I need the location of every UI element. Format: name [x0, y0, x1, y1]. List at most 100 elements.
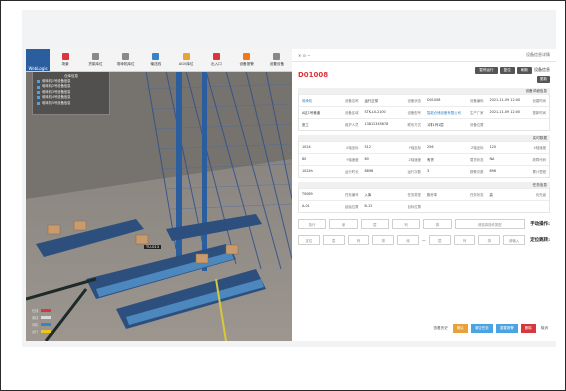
cell-label: 生产厂家	[469, 111, 484, 115]
pause-button[interactable]: 暂停运行	[475, 67, 498, 74]
cell-value: 执行中	[427, 193, 438, 197]
depth-field[interactable]: 深	[397, 235, 419, 245]
depth-field[interactable]: 深	[329, 219, 358, 229]
shelf-icon	[91, 53, 99, 60]
table-row: 1024h 运行时长 8896 运行次数 3 报警次数 896 累计里程	[299, 165, 549, 177]
locate-input[interactable]: 请输入	[503, 235, 525, 245]
delete-button[interactable]: 删除	[520, 324, 536, 333]
table-cell: 256 Z轴坐标	[424, 145, 487, 150]
clear-task-button[interactable]: 清空任务	[470, 324, 493, 333]
realtime-grid: 1024 X轴坐标 512 Y轴坐标 256 Z轴坐标 120 X轴速度 80 Y轴速度 60 Z轴速…	[298, 141, 550, 178]
legend-item: 待机	[32, 321, 72, 328]
legend-swatch	[41, 330, 52, 333]
legend-swatch	[41, 323, 52, 326]
table-cell: 高 优先级	[487, 192, 550, 197]
alarm-icon	[243, 53, 251, 60]
cell-label: Z轴速度	[408, 158, 422, 162]
device-3d-label[interactable]: TU-013	[144, 245, 161, 249]
locate-button[interactable]: 定位	[297, 235, 320, 245]
col-field[interactable]: 列	[347, 235, 370, 245]
table-cell: 有货 载货状态	[424, 157, 487, 162]
table-row: 堆垛机 设备名称 运行正常 设备状态 D01008 设备编码 2021-11-09 12:0…	[299, 94, 549, 106]
row-field[interactable]: 排	[423, 219, 452, 229]
row-field[interactable]: 排	[372, 235, 395, 245]
legend-item: 在线	[32, 307, 72, 314]
refresh-button[interactable]: 刷新	[516, 67, 532, 74]
update-button[interactable]: 更新	[536, 76, 550, 83]
cell-value: 512	[364, 145, 371, 149]
table-cell: B-12 目标位置	[362, 204, 425, 209]
scene-icon	[61, 53, 69, 60]
legend-item: 运行	[32, 328, 72, 335]
layer-field[interactable]: 层	[322, 235, 345, 245]
cell-value: 运行正常	[364, 99, 379, 103]
execute-button[interactable]: 执行	[298, 219, 327, 229]
toolbar-agv[interactable]: AGV库位	[171, 49, 201, 71]
history-button[interactable]: 查看历史	[431, 324, 449, 333]
cell-label: Y轴速度	[346, 158, 359, 162]
table-cell: 堆垛机 设备名称	[299, 98, 362, 103]
toolbar-settings[interactable]: 设置设备	[262, 49, 292, 71]
cell-label: 维护人员	[344, 123, 359, 127]
table-row: A-01 起始位置 B-12 目标位置	[299, 200, 549, 212]
status-legend: 在线 离线 待机 运行	[32, 307, 72, 335]
cell-value: 8896	[364, 169, 374, 173]
status-dot-icon	[37, 85, 40, 89]
cell-label: 更新时间	[532, 111, 546, 115]
cell-label: Z轴坐标	[471, 146, 484, 150]
layer-field[interactable]: 层	[360, 219, 389, 229]
window-controls[interactable]: ✕ ⊙ −	[298, 53, 311, 58]
cell-value: 896	[489, 169, 496, 173]
screenshot-area: 仓库信息 堆垛机1号设备信息 堆垛机2号设备信息 堆垛机3号设备信息 堆垛机4号…	[22, 10, 556, 347]
locate-row: 定位跳转: 请输入 排 列 层 — 深 排 列 层 定位	[292, 232, 556, 248]
toolbar-shelf[interactable]: 货架库位	[80, 49, 110, 71]
device-info-line[interactable]: 堆垛机5号设备信息	[37, 101, 109, 106]
toolbar-alarm[interactable]: 设备报警	[232, 49, 262, 71]
cell-value: 13812345678	[364, 122, 389, 126]
cell-label: X轴速度	[533, 146, 547, 150]
device-info-panel: 仓库信息 堆垛机1号设备信息 堆垛机2号设备信息 堆垛机3号设备信息 堆垛机4号…	[32, 71, 110, 115]
status-dot-icon	[37, 80, 40, 84]
table-cell: A-01 起始位置	[299, 204, 362, 209]
cell-label: 创建时间	[532, 99, 546, 103]
cell-value: B-12	[364, 204, 373, 208]
table-cell: 智能仓储设备有限公司 生产厂家	[424, 110, 487, 115]
reset-button[interactable]: 复位	[499, 67, 515, 74]
warehouse-3d-view[interactable]: 仓库信息 堆垛机1号设备信息 堆垛机2号设备信息 堆垛机3号设备信息 堆垛机4号…	[26, 49, 292, 341]
toolbar-entrance[interactable]: 出入口	[201, 49, 231, 71]
cell-label: 任务状态	[469, 193, 484, 197]
table-cell: 入库 任务类型	[362, 192, 425, 197]
manual-op-row: 手动操作: 请选择操作类型 排 列 层 深 执行	[292, 216, 556, 232]
cell-value: A区1号巷道	[302, 111, 321, 115]
cell-value: STK-LX-2100	[364, 110, 386, 114]
col-field[interactable]: 列	[453, 235, 476, 245]
toolbar-scene[interactable]: 场景	[50, 49, 80, 71]
cell-label: 联系方式	[407, 123, 421, 127]
section-device-detail: 设备详细信息 堆垛机 设备名称 运行正常 设备状态 D01008 设备编码 2021-11-…	[298, 88, 550, 131]
cell-label: 载货状态	[469, 158, 484, 162]
table-cell: STK-LX-2100 设备型号	[362, 110, 425, 115]
col-field[interactable]: 列	[391, 219, 421, 229]
table-row: 张工 维护人员 13812345678 联系方式 1排1列1层 设备位置	[299, 118, 549, 130]
confirm-button[interactable]: 确认	[452, 324, 468, 333]
cancel-button[interactable]: 取消	[539, 324, 550, 333]
toolbar-conveyor[interactable]: 输送线	[141, 49, 171, 71]
agv-icon	[182, 53, 190, 60]
legend-item: 离线	[32, 314, 72, 321]
cell-value: 120	[489, 145, 496, 149]
cell-label: 任务编号	[344, 193, 359, 197]
op-type-select[interactable]: 请选择操作类型	[454, 219, 525, 229]
detail-grid: 堆垛机 设备名称 运行正常 设备状态 D01008 设备编码 2021-11-09 12:0…	[298, 94, 550, 131]
reset-alarm-button[interactable]: 重置报警	[495, 324, 518, 333]
toolbar-stacker[interactable]: 堆垛机库位	[111, 49, 141, 71]
cell-value: 2021-11-09 12:00	[489, 110, 521, 114]
layer-field[interactable]: 层	[428, 235, 451, 245]
cell-value: 张工	[302, 123, 309, 127]
app-logo: WebLogis	[26, 49, 50, 71]
row-field[interactable]: 排	[478, 235, 501, 245]
cell-value: 80	[302, 157, 307, 161]
table-cell: NA 故障代码	[487, 157, 550, 162]
cell-label: 设备位置	[469, 123, 484, 127]
table-cell: 运行正常 设备状态	[362, 98, 425, 103]
legend-swatch	[41, 316, 52, 319]
